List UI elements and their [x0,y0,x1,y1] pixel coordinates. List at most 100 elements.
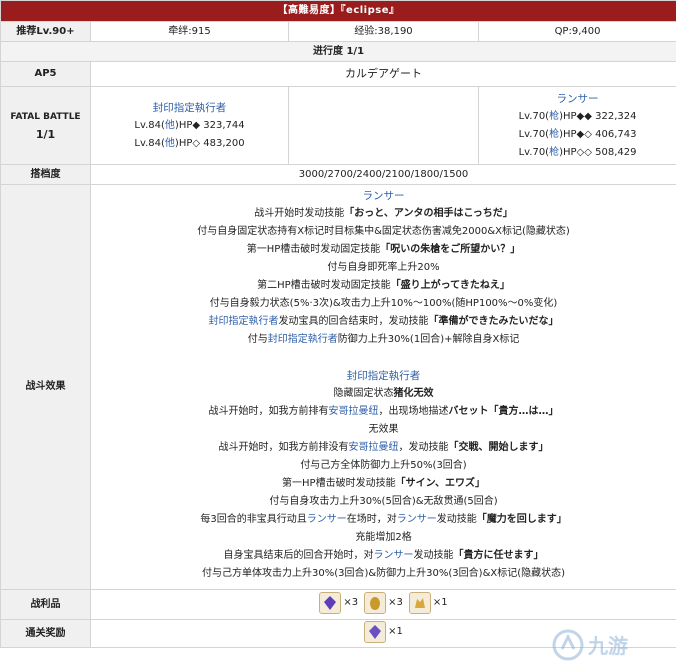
enemy-enforcer-cell: 封印指定執行者 Lv.84(他)HP◆ 323,744 Lv.84(他)HP◇ … [91,87,289,165]
skill-name: 「魔力を回します」 [477,514,567,525]
skill-name: 猪化无效 [394,388,434,399]
effect-text: 在场时，对 [347,514,397,525]
ap-label: AP5 [1,62,91,87]
servant-link[interactable]: 安哥拉曼纽 [349,442,399,453]
effect-text: 发动宝具的回合结束时，发动技能 [279,316,429,327]
watermark-logo-icon: 九游 [550,625,670,665]
effect-text: 付与己方全体防御力上升50%(3回合) [300,460,466,471]
bond-value: 牵绊:915 [91,22,289,42]
item-quantity: ×3 [388,594,403,612]
servant-link[interactable]: 安哥拉曼纽 [329,406,379,417]
servant-link[interactable]: ランサー [307,514,347,525]
class-link[interactable]: 枪 [549,129,559,140]
battle-effects-label: 战斗效果 [1,185,91,590]
effect-text: 防御力上升30%(1回合)+解除自身X标记 [338,334,520,345]
enemy-lancer-hp-3: Lv.70(枪)HP◇◇ 508,429 [479,144,676,162]
enemy-enforcer-hp-1: Lv.84(他)HP◆ 323,744 [91,117,288,135]
effects-enforcer-list: 隐藏固定状态猪化无效战斗开始时，如我方前排有安哥拉曼纽，出现场地描述バセット「貴… [91,385,676,583]
effect-text: 第一HP槽击破时发动技能 [282,478,396,489]
quest-title: 【高難易度】『eclipse』 [1,1,676,22]
effect-text: 第二HP槽击破时发动固定技能 [257,280,391,291]
effects-lancer-list: 战斗开始时发动技能「おっと、アンタの相手はこっちだ」付与自身固定状态持有X标记时… [91,205,676,349]
enemy-lancer-hp-2: Lv.70(枪)HP◆◇ 406,743 [479,126,676,144]
item-entry[interactable]: ×1 [364,621,403,643]
class-link[interactable]: 枪 [549,111,559,122]
class-link[interactable]: 他 [165,120,175,131]
battle-effects-cell: ランサー 战斗开始时发动技能「おっと、アンタの相手はこっちだ」付与自身固定状态持… [91,185,676,590]
quest-table: 【高難易度】『eclipse』 推荐Lv.90+ 牵绊:915 经验:38,19… [0,0,676,648]
effect-text: 自身宝具结束后的回合开始时，对 [224,550,374,561]
item-quantity: ×1 [433,594,448,612]
effect-line: 封印指定執行者发动宝具的回合结束时，发动技能「準備ができたみたいだな」 [91,313,676,331]
effect-line: 隐藏固定状态猪化无效 [91,385,676,403]
servant-link[interactable]: 封印指定執行者 [209,316,279,327]
fatal-battle-title: FATAL BATTLE [1,108,90,126]
gold-piece-icon[interactable] [409,592,431,614]
purple-crystal-icon[interactable] [364,621,386,643]
item-entry[interactable]: ×1 [409,592,448,614]
servant-link[interactable]: 封印指定執行者 [268,334,338,345]
drops-label: 战利品 [1,590,91,620]
enemy-empty-cell [289,87,479,165]
qp-value: QP:9,400 [479,22,676,42]
skill-name: 「盛り上がってきたねえ」 [391,280,510,291]
purple-gem-icon[interactable] [319,592,341,614]
skill-name: 「貴方に任せます」 [454,550,544,561]
enemy-lancer-hp-1: Lv.70(枪)HP◆◆ 322,324 [479,108,676,126]
effect-text: 付与自身攻击力上升30%(5回合)&无敌贯通(5回合) [269,496,497,507]
effect-text: 充能增加2格 [355,532,411,543]
effect-line: 自身宝具结束后的回合开始时，对ランサー发动技能「貴方に任せます」 [91,547,676,565]
item-quantity: ×3 [343,594,358,612]
enemy-enforcer-name[interactable]: 封印指定執行者 [91,99,288,117]
effect-text: 付与自身固定状态持有X标记时目标集中&固定状态伤害减免2000&X标记(隐藏状态… [197,226,570,237]
effect-line: 付与自身毅力状态(5%·3次)&攻击力上升10%～100%(随HP100%～0%… [91,295,676,313]
enemy-enforcer-hp-2: Lv.84(他)HP◇ 483,200 [91,135,288,153]
effect-line: 付与自身固定状态持有X标记时目标集中&固定状态伤害减免2000&X标记(隐藏状态… [91,223,676,241]
effect-line: 每3回合的非宝具行动且ランサー在场时，对ランサー发动技能「魔力を回します」 [91,511,676,529]
effect-line: 付与己方全体防御力上升50%(3回合) [91,457,676,475]
effect-line: 付与封印指定執行者防御力上升30%(1回合)+解除自身X标记 [91,331,676,349]
item-entry[interactable]: ×3 [319,592,358,614]
effect-line: 无效果 [91,421,676,439]
effect-line: 付与自身攻击力上升30%(5回合)&无敌贯通(5回合) [91,493,676,511]
effect-line: 第一HP槽击破时发动技能「サイン、エワズ」 [91,475,676,493]
effect-line: 充能增加2格 [91,529,676,547]
enemy-lancer-name[interactable]: ランサー [479,90,676,108]
ap-location: カルデアゲート [91,62,676,87]
effect-text: 第一HP槽击破时发动固定技能 [247,244,381,255]
golden-egg-icon[interactable] [364,592,386,614]
effects-lancer-name[interactable]: ランサー [91,187,676,205]
skill-name: 「サイン、エワズ」 [396,478,485,489]
effect-text: ，发动技能 [399,442,449,453]
exp-value: 经验:38,190 [289,22,479,42]
effect-text: 战斗开始时，如我方前排没有 [219,442,349,453]
watermark-text: 九游 [587,634,628,658]
effect-text: 每3回合的非宝具行动且 [200,514,306,525]
effect-line: 战斗开始时，如我方前排有安哥拉曼纽，出现场地描述バセット「貴方…は…」 [91,403,676,421]
effect-text: ，出现场地描述 [379,406,449,417]
effects-enforcer-name[interactable]: 封印指定執行者 [91,367,676,385]
skill-name: 「おっと、アンタの相手はこっちだ」 [344,208,513,219]
effect-text: 无效果 [369,424,399,435]
class-link[interactable]: 枪 [549,147,559,158]
effect-text: 付与己方单体攻击力上升30%(3回合)&防御力上升30%(3回合)&X标记(隐藏… [202,568,565,579]
skill-name: 「準備ができたみたいだな」 [429,316,559,327]
effect-text: 付与自身即死率上升20% [327,262,439,273]
skill-name: 「交戦、開始します」 [449,442,549,453]
effect-line: 付与自身即死率上升20% [91,259,676,277]
effect-line: 第二HP槽击破时发动固定技能「盛り上がってきたねえ」 [91,277,676,295]
fatal-battle-count: 1/1 [1,126,90,144]
class-link[interactable]: 他 [165,138,175,149]
effect-line: 付与己方单体攻击力上升30%(3回合)&防御力上升30%(3回合)&X标记(隐藏… [91,565,676,583]
recommended-level-label: 推荐Lv.90+ [1,22,91,42]
servant-link[interactable]: ランサー [397,514,437,525]
servant-link[interactable]: ランサー [374,550,414,561]
watermark: 九游 [550,625,670,665]
clear-reward-label: 通关奖励 [1,620,91,648]
effect-line: 战斗开始时发动技能「おっと、アンタの相手はこっちだ」 [91,205,676,223]
item-entry[interactable]: ×3 [364,592,403,614]
bond-ce-values: 3000/2700/2400/2100/1800/1500 [91,165,676,185]
effect-text: 战斗开始时发动技能 [254,208,344,219]
skill-name: 「呪いの朱槍をご所望かい？」 [380,244,520,255]
effect-text: 战斗开始时，如我方前排有 [209,406,329,417]
